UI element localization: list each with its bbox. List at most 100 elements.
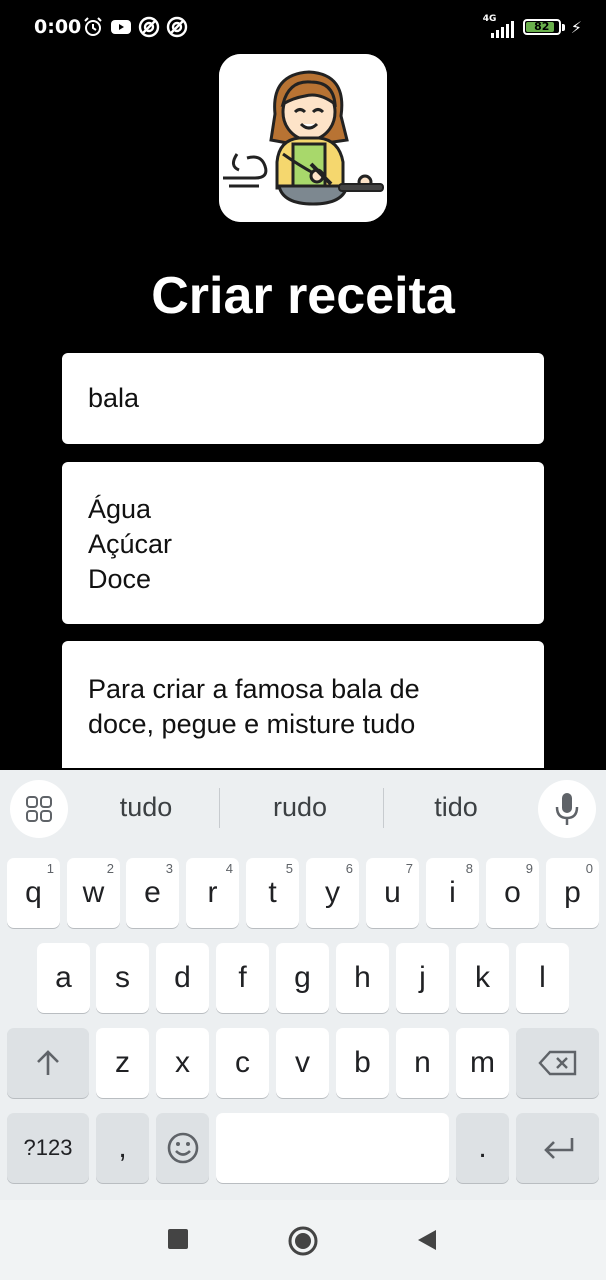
shift-key[interactable] — [7, 1028, 89, 1098]
key-label: v — [295, 1046, 310, 1079]
key-label: t — [268, 876, 277, 909]
emoji-icon — [167, 1132, 198, 1164]
system-navigation-bar — [0, 1200, 606, 1280]
key-label: f — [238, 961, 247, 994]
key-w[interactable]: w2 — [67, 858, 120, 928]
key-hint: 1 — [46, 861, 54, 876]
youtube-icon — [111, 20, 131, 34]
key-label: u — [384, 876, 401, 909]
key-hint: 0 — [585, 861, 593, 876]
key-a[interactable]: a — [37, 943, 90, 1013]
key-g[interactable]: g — [276, 943, 329, 1013]
key-s[interactable]: s — [96, 943, 149, 1013]
key-x[interactable]: x — [156, 1028, 209, 1098]
ingredient-line: Doce — [88, 564, 152, 594]
key-q[interactable]: q1 — [7, 858, 60, 928]
key-label: s — [115, 961, 130, 994]
ingredient-line: Água — [88, 494, 152, 524]
page-title: Criar receita — [151, 267, 455, 325]
key-label: w — [82, 876, 105, 909]
ingredient-line: Açúcar — [88, 529, 173, 559]
grid-icon[interactable] — [10, 780, 68, 838]
space-key[interactable] — [216, 1113, 449, 1183]
key-u[interactable]: u7 — [366, 858, 419, 928]
key-i[interactable]: i8 — [426, 858, 479, 928]
key-hint: 6 — [345, 861, 353, 876]
key-label: j — [419, 961, 426, 994]
recents-square-icon[interactable] — [167, 1228, 189, 1250]
key-n[interactable]: n — [396, 1028, 449, 1098]
status-bar: 0:00 4G 82 ⚡ — [0, 0, 606, 56]
status-time: 0:00 — [34, 16, 82, 38]
key-h[interactable]: h — [336, 943, 389, 1013]
app-logo — [219, 54, 387, 222]
suggestion-strip: tudo rudo tido — [0, 770, 606, 848]
key-label: . — [478, 1131, 487, 1164]
key-label: , — [118, 1131, 127, 1164]
preparation-field[interactable]: Para criar a famosa bala de doce, pegue … — [62, 641, 544, 768]
alarm-icon — [84, 17, 102, 36]
key-b[interactable]: b — [336, 1028, 389, 1098]
key-label: q — [25, 876, 42, 909]
key-label: k — [475, 961, 490, 994]
mic-icon[interactable] — [538, 780, 596, 838]
key-label: m — [470, 1046, 495, 1079]
key-hint: 5 — [285, 861, 293, 876]
home-circle-icon[interactable] — [287, 1225, 319, 1257]
key-f[interactable]: f — [216, 943, 269, 1013]
key-hint: 4 — [225, 861, 233, 876]
recipe-name-field[interactable]: bala — [62, 353, 544, 444]
key-y[interactable]: y6 — [306, 858, 359, 928]
emoji-key[interactable] — [156, 1113, 209, 1183]
symbols-key[interactable]: ?123 — [7, 1113, 89, 1183]
enter-icon — [543, 1138, 573, 1159]
key-label: o — [504, 876, 521, 909]
status-notification-icons — [82, 16, 188, 38]
key-label: r — [207, 876, 218, 909]
shift-up-icon — [37, 1050, 59, 1075]
enter-key[interactable] — [516, 1113, 599, 1183]
suggestion-2[interactable]: rudo — [230, 792, 370, 823]
back-triangle-icon[interactable] — [416, 1228, 438, 1252]
key-r[interactable]: r4 — [186, 858, 239, 928]
key-label: d — [174, 961, 191, 994]
key-label: ?123 — [23, 1135, 73, 1160]
period-key[interactable]: . — [456, 1113, 509, 1183]
key-label: g — [294, 961, 311, 994]
key-o[interactable]: o9 — [486, 858, 539, 928]
ingredients-field[interactable]: Água Açúcar Doce — [62, 462, 544, 624]
comma-key[interactable]: , — [96, 1113, 149, 1183]
key-hint: 3 — [165, 861, 173, 876]
key-label: h — [354, 961, 371, 994]
key-hint: 8 — [465, 861, 473, 876]
key-c[interactable]: c — [216, 1028, 269, 1098]
key-hint: 2 — [106, 861, 114, 876]
key-label: y — [325, 876, 340, 909]
suggestion-1[interactable]: tudo — [76, 792, 216, 823]
key-label: c — [235, 1046, 250, 1079]
on-screen-keyboard: tudo rudo tido q1 w2 e3 r4 t5 y6 u7 i8 o… — [0, 770, 606, 1200]
app-icon — [138, 16, 160, 38]
key-j[interactable]: j — [396, 943, 449, 1013]
key-label: p — [564, 876, 581, 909]
key-p[interactable]: p0 — [546, 858, 599, 928]
key-k[interactable]: k — [456, 943, 509, 1013]
key-label: n — [414, 1046, 431, 1079]
recipe-name-value: bala — [88, 383, 140, 413]
key-z[interactable]: z — [96, 1028, 149, 1098]
key-t[interactable]: t5 — [246, 858, 299, 928]
key-v[interactable]: v — [276, 1028, 329, 1098]
key-label: b — [354, 1046, 371, 1079]
key-e[interactable]: e3 — [126, 858, 179, 928]
key-label: i — [449, 876, 456, 909]
key-hint: 7 — [405, 861, 413, 876]
key-label: z — [115, 1046, 130, 1079]
signal-icon: 4G — [483, 14, 517, 40]
suggestion-3[interactable]: tido — [386, 792, 526, 823]
battery-icon: 82 — [522, 19, 561, 35]
key-m[interactable]: m — [456, 1028, 509, 1098]
charging-icon: ⚡ — [570, 17, 582, 37]
key-l[interactable]: l — [516, 943, 569, 1013]
backspace-key[interactable] — [516, 1028, 599, 1098]
key-d[interactable]: d — [156, 943, 209, 1013]
